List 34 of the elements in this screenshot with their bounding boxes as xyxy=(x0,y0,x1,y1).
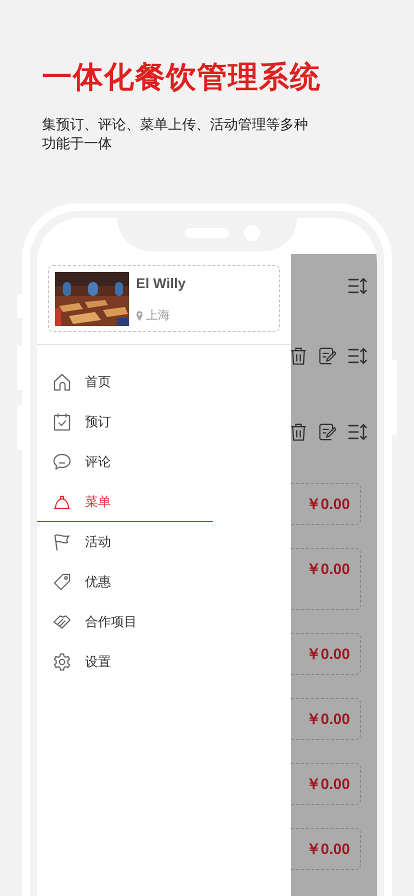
calendar-icon xyxy=(53,413,71,431)
price: ￥0.00 xyxy=(306,560,350,579)
tag-icon xyxy=(53,573,71,591)
handshake-icon xyxy=(53,613,71,631)
restaurant-name: El Willy xyxy=(136,275,186,291)
sort-icon[interactable] xyxy=(348,347,368,365)
trash-icon[interactable] xyxy=(291,347,307,365)
flag-icon xyxy=(53,533,71,551)
subtitle: 集预订、评论、菜单上传、活动管理等多种功能于一体 xyxy=(42,116,309,154)
edit-icon[interactable] xyxy=(319,423,336,441)
menu-item[interactable]: 优惠 xyxy=(37,562,213,602)
home-icon xyxy=(53,373,71,391)
restaurant-location: 上海 xyxy=(146,307,170,324)
price: ￥0.00 xyxy=(306,775,350,794)
menu-item[interactable]: 菜单 xyxy=(37,482,213,522)
menu-item[interactable]: 活动 xyxy=(37,522,213,562)
menu-item[interactable]: 评论 xyxy=(37,442,213,482)
edit-icon[interactable] xyxy=(319,347,336,365)
trash-icon[interactable] xyxy=(291,423,307,441)
sort-icon[interactable] xyxy=(348,277,368,295)
menu-item[interactable]: 首页 xyxy=(37,362,213,402)
price: ￥0.00 xyxy=(306,710,350,729)
menu-item[interactable]: 设置 xyxy=(37,642,213,682)
price: ￥0.00 xyxy=(306,840,350,859)
price: ￥0.00 xyxy=(306,645,350,664)
menu-item[interactable]: 合作项目 xyxy=(37,602,213,642)
headline: 一体化餐饮管理系统 xyxy=(42,60,322,96)
gear-icon xyxy=(53,653,71,671)
sort-icon[interactable] xyxy=(348,423,368,441)
price: ￥0.00 xyxy=(306,495,350,514)
comment-icon xyxy=(53,453,71,471)
location-pin-icon xyxy=(136,310,143,320)
menu-item[interactable]: 预订 xyxy=(37,402,213,442)
restaurant-card[interactable]: El Willy 上海 xyxy=(48,265,280,332)
